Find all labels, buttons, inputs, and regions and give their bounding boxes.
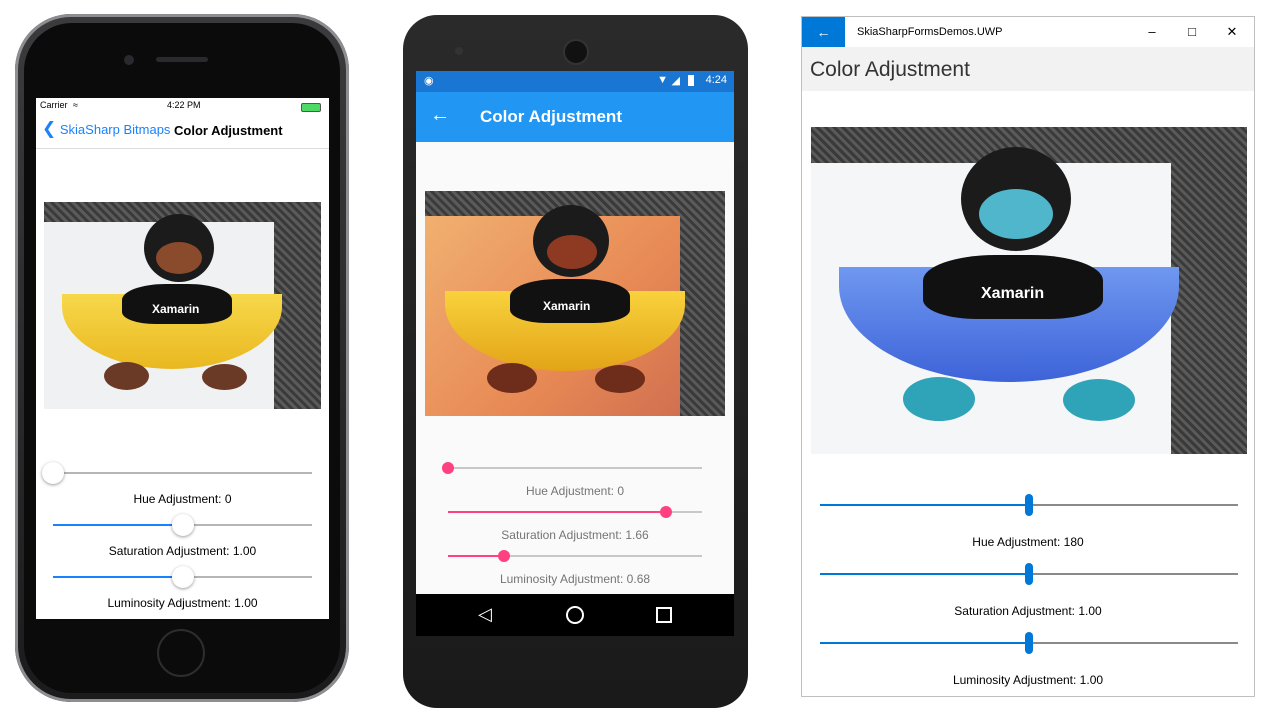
ios-back-button[interactable]: ❮ SkiaSharp Bitmaps (42, 119, 171, 138)
wifi-icon: ▼ (657, 74, 668, 86)
carrier-label: Carrier (40, 100, 68, 110)
ios-camera (124, 55, 134, 65)
slider-track[interactable] (1029, 573, 1238, 575)
image-text: Xamarin (543, 299, 591, 313)
back-arrow-icon[interactable]: ← (802, 17, 845, 47)
wifi-icon: ≈ (73, 100, 78, 110)
clock-label: 4:24 (705, 74, 727, 86)
clock-label: 4:22 PM (167, 100, 201, 110)
uwp-titlebar: ← SkiaSharpFormsDemos.UWP – □ ✕ (802, 17, 1254, 47)
ios-status-bar: Carrier ≈ 4:22 PM (40, 100, 325, 114)
slider-thumb[interactable] (1025, 494, 1033, 516)
android-front-camera (563, 39, 589, 65)
slider-thumb[interactable] (172, 514, 194, 536)
slider-label: Luminosity Adjustment: 1.00 (952, 673, 1104, 687)
slider-track[interactable] (1029, 642, 1238, 644)
monkey-banana-image: Xamarin (811, 127, 1247, 454)
ios-screen: Carrier ≈ 4:22 PM ❮ SkiaSharp Bitmaps Co… (36, 98, 329, 619)
slider-label: Hue Adjustment: 0 (133, 492, 232, 506)
slider-track[interactable] (183, 576, 312, 578)
slider-thumb[interactable] (42, 462, 64, 484)
slider-label: Saturation Adjustment: 1.00 (954, 604, 1102, 618)
slider-track-filled[interactable] (820, 642, 1029, 644)
slider-thumb[interactable] (1025, 563, 1033, 585)
slider-track[interactable] (53, 472, 312, 474)
uwp-window: ← SkiaSharpFormsDemos.UWP – □ ✕ Color Ad… (801, 16, 1255, 697)
android-toolbar: ← Color Adjustment (416, 92, 734, 142)
minimize-icon[interactable]: – (1132, 17, 1172, 47)
slider-track-filled[interactable] (820, 573, 1029, 575)
back-label: SkiaSharp Bitmaps (59, 122, 171, 137)
nav-back-icon[interactable]: ◁ (478, 604, 492, 625)
ios-home-button[interactable] (157, 629, 205, 677)
slider-track-filled[interactable] (53, 576, 183, 578)
slider-thumb[interactable] (442, 462, 454, 474)
uwp-page-header: Color Adjustment (802, 47, 1254, 91)
slider-label: Saturation Adjustment: 1.00 (108, 544, 257, 558)
slider-thumb[interactable] (660, 506, 672, 518)
image-text: Xamarin (981, 285, 1045, 302)
slider-label: Luminosity Adjustment: 1.00 (107, 596, 258, 610)
slider-track[interactable] (1029, 504, 1238, 506)
slider-thumb[interactable] (498, 550, 510, 562)
android-robot-icon: ◉ (424, 75, 434, 87)
window-title: SkiaSharpFormsDemos.UWP (857, 26, 1003, 38)
battery-icon (301, 103, 321, 112)
battery-icon (688, 75, 694, 86)
image-text: Xamarin (152, 302, 200, 316)
slider-track[interactable] (448, 467, 702, 469)
maximize-icon[interactable]: □ (1172, 17, 1212, 47)
slider-track-filled[interactable] (53, 524, 183, 526)
ios-speaker (156, 57, 208, 62)
monkey-banana-image: Xamarin (425, 191, 725, 416)
slider-label: Saturation Adjustment: 1.66 (501, 528, 649, 542)
nav-recents-icon[interactable] (656, 607, 672, 623)
signal-icon: ◢ (671, 75, 680, 87)
slider-thumb[interactable] (172, 566, 194, 588)
chevron-left-icon: ❮ (42, 119, 57, 138)
close-icon[interactable]: ✕ (1212, 17, 1252, 47)
slider-label: Luminosity Adjustment: 0.68 (499, 572, 651, 586)
back-arrow-icon[interactable]: ← (430, 104, 450, 127)
page-title: Color Adjustment (480, 107, 622, 126)
monkey-banana-image: Xamarin (44, 202, 321, 409)
slider-track-filled[interactable] (448, 555, 504, 557)
android-navigation-bar: ◁ (416, 594, 734, 636)
slider-track-filled[interactable] (820, 504, 1029, 506)
ios-navigation-bar: ❮ SkiaSharp Bitmaps Color Adjustment (36, 114, 329, 149)
slider-track[interactable] (183, 524, 312, 526)
slider-track[interactable] (504, 555, 702, 557)
android-sensor (455, 47, 463, 55)
android-screen: ◉ ▼ ◢ 4:24 ← Color Adjustment Xamarin Hu… (416, 71, 734, 636)
slider-label: Hue Adjustment: 180 (972, 535, 1084, 549)
slider-label: Hue Adjustment: 0 (525, 484, 625, 498)
slider-thumb[interactable] (1025, 632, 1033, 654)
nav-home-icon[interactable] (566, 606, 584, 624)
slider-track-filled[interactable] (448, 511, 666, 513)
page-title: Color Adjustment (174, 123, 283, 138)
android-status-bar: ◉ ▼ ◢ 4:24 (416, 71, 734, 92)
page-title: Color Adjustment (810, 58, 970, 81)
